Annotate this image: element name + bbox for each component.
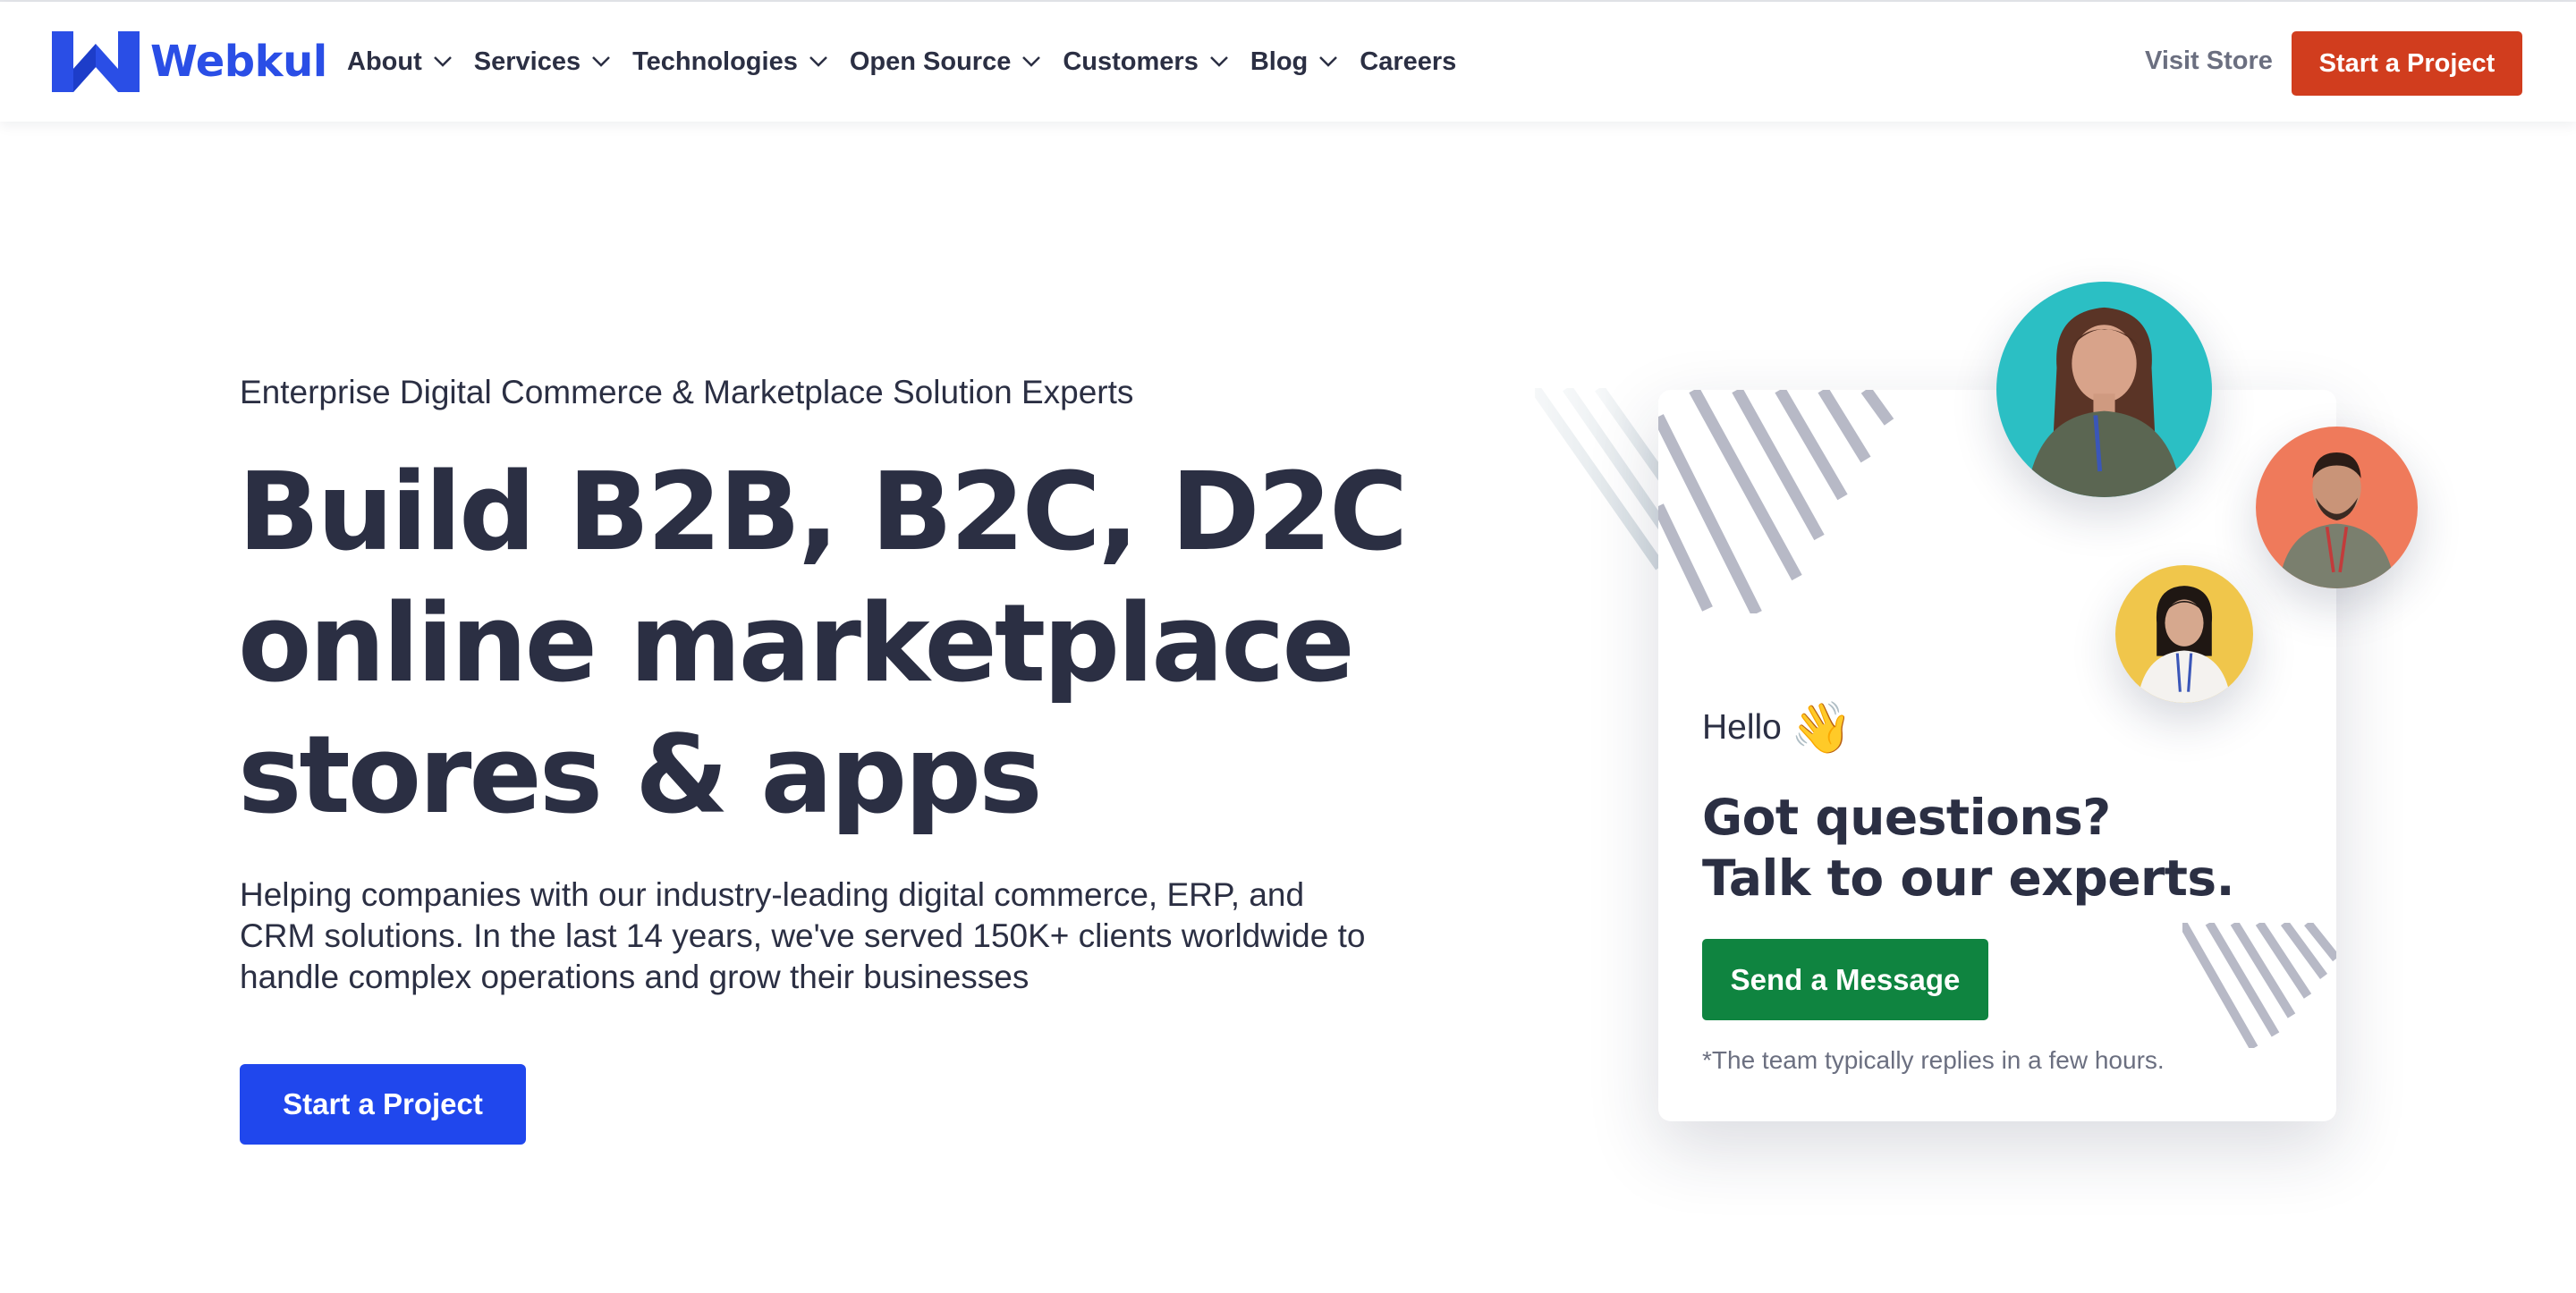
chevron-down-icon [1319,56,1338,67]
visit-store-link[interactable]: Visit Store [2145,46,2273,76]
greeting-text: Hello [1702,708,1782,747]
person-icon [2026,307,2182,497]
send-message-button[interactable]: Send a Message [1702,939,1988,1020]
decorative-stripes [1658,390,1894,613]
chevron-down-icon [1209,56,1228,67]
main-nav: About Services Technologies Open Source … [347,2,1478,122]
nav-label: Customers [1063,46,1199,76]
nav-item-open-source[interactable]: Open Source [850,47,1042,77]
nav-label: Careers [1360,46,1457,76]
support-agent-man-avatar [2256,427,2418,588]
nav-label: Blog [1250,46,1309,76]
support-agent-woman-avatar [2115,565,2253,703]
hero-title-line: online marketplace [238,582,1355,706]
nav-label: Services [473,46,581,76]
nav-item-blog[interactable]: Blog [1250,47,1338,77]
hero-start-project-button[interactable]: Start a Project [240,1064,526,1145]
nav-item-about[interactable]: About [347,47,453,77]
contact-card-title: Got questions? Talk to our experts. [1702,787,2310,908]
nav-item-services[interactable]: Services [474,47,611,77]
header-start-project-button[interactable]: Start a Project [2292,31,2522,96]
nav-item-careers[interactable]: Careers [1360,47,1456,77]
webkul-logo-icon [52,31,140,92]
hero-title-line: Build B2B, B2C, D2C [238,451,1408,575]
reply-time-note: *The team typically replies in a few hou… [1702,1046,2165,1074]
hero-description: Helping companies with our industry-lead… [240,876,1366,995]
person-icon [2137,586,2232,703]
chevron-down-icon [433,56,452,67]
chevron-down-icon [1022,56,1041,67]
brand-name: Webkul [150,37,327,87]
chevron-down-icon [809,56,827,67]
nav-label: About [347,46,422,76]
hero-title: Build B2B, B2C, D2C online marketplace s… [238,447,1419,841]
nav-label: Open Source [849,46,1012,76]
person-icon [2278,452,2395,588]
chevron-down-icon [592,56,610,67]
greeting: Hello 👋 [1702,703,1853,753]
webkul-logo[interactable]: Webkul [52,31,327,92]
support-agent-woman-avatar [1996,282,2212,497]
site-header: Webkul About Services Technologies Open … [0,2,2576,122]
decorative-stripes [2182,923,2336,1048]
nav-label: Technologies [632,46,798,76]
hero-title-line: stores & apps [238,714,1043,838]
waving-hand-icon: 👋 [1790,699,1853,756]
nav-item-customers[interactable]: Customers [1063,47,1229,77]
contact-card-title-line: Got questions? [1702,789,2111,846]
nav-item-technologies[interactable]: Technologies [632,47,828,77]
hero-subtitle: Enterprise Digital Commerce & Marketplac… [240,374,1134,410]
contact-card-title-line: Talk to our experts. [1702,849,2235,907]
